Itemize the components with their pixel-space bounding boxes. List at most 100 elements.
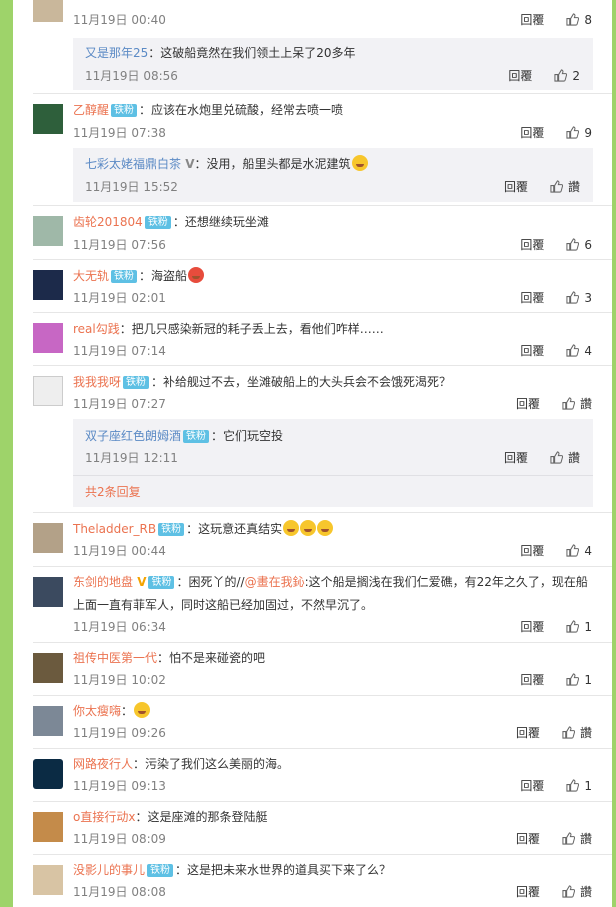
- reply-button[interactable]: 回覆: [520, 778, 544, 794]
- reply-button[interactable]: 回覆: [516, 396, 540, 412]
- avatar[interactable]: [33, 653, 63, 683]
- avatar[interactable]: [33, 865, 63, 895]
- thumbs-up-icon: [566, 779, 580, 792]
- user-name-link[interactable]: real勾践: [73, 322, 120, 336]
- reply-button[interactable]: 回覆: [516, 884, 540, 900]
- like-button[interactable]: 讚: [550, 179, 580, 195]
- reply-button[interactable]: 回覆: [516, 725, 540, 741]
- comment-time: 11月19日 09:26: [73, 726, 166, 740]
- reply-button[interactable]: 回覆: [520, 125, 544, 141]
- reply-button[interactable]: 回覆: [520, 343, 544, 359]
- comment-list: 11月19日 00:40 回覆 8 又是那年25：这破船竟然在我们领土上呆了20…: [13, 0, 612, 907]
- avatar[interactable]: [33, 812, 63, 842]
- avatar[interactable]: [33, 577, 63, 607]
- user-name-link[interactable]: 大无轨: [73, 269, 109, 283]
- emoji-icon: [300, 520, 317, 536]
- avatar[interactable]: [33, 104, 63, 134]
- comment-text: ：这是座滩的那条登陆艇: [135, 810, 268, 824]
- avatar[interactable]: [33, 706, 63, 736]
- like-button[interactable]: 6: [566, 237, 592, 253]
- user-name-link[interactable]: 我我我呀: [73, 375, 121, 389]
- mention-link[interactable]: @畫在我鈊: [245, 575, 305, 589]
- comment-text: ：怕不是来碰瓷的吧: [157, 651, 266, 665]
- user-name-link[interactable]: 双子座红色朗姆酒: [85, 429, 181, 443]
- like-button[interactable]: 讚: [562, 884, 592, 900]
- like-button[interactable]: 4: [566, 343, 592, 359]
- like-button[interactable]: 1: [566, 619, 592, 635]
- avatar[interactable]: [33, 376, 63, 406]
- like-count: 1: [584, 779, 592, 793]
- comment-time: 11月19日 00:44: [73, 544, 166, 558]
- like-label: 讚: [579, 885, 592, 899]
- like-button[interactable]: 9: [566, 125, 592, 141]
- thumbs-up-icon: [554, 69, 568, 82]
- avatar[interactable]: [33, 216, 63, 246]
- comment-time: 11月19日 07:14: [73, 344, 166, 358]
- sub-reply: 双子座红色朗姆酒 铁粉 ：它们玩空投 11月19日 12:11 回覆 讚 共2条回复: [73, 419, 593, 507]
- like-button[interactable]: 讚: [562, 831, 592, 847]
- user-name-link[interactable]: Theladder_RB: [73, 522, 156, 536]
- thumbs-up-icon: [566, 344, 580, 357]
- comment-time: 11月19日 07:38: [73, 126, 166, 140]
- thumbs-up-icon: [566, 13, 580, 26]
- reply-button[interactable]: 回覆: [504, 450, 528, 466]
- like-button[interactable]: 3: [566, 290, 592, 306]
- thumbs-up-icon: [562, 726, 575, 739]
- fan-badge: 铁粉: [144, 216, 171, 229]
- comment-item: 没影儿的事儿 铁粉 ：这是把未来水世界的道具买下来了么？ 11月19日 08:08 …: [13, 855, 612, 907]
- like-button[interactable]: 4: [566, 543, 592, 559]
- avatar[interactable]: [33, 759, 63, 789]
- comment-time: 11月19日 08:09: [73, 832, 166, 846]
- more-replies-link[interactable]: 共2条回复: [85, 483, 141, 500]
- comment-text: ：污染了我们这么美丽的海。: [133, 757, 290, 771]
- like-count: 8: [584, 13, 592, 27]
- avatar[interactable]: [33, 323, 63, 353]
- user-name-link[interactable]: 乙醇醒: [73, 103, 109, 117]
- reply-button[interactable]: 回覆: [508, 68, 532, 84]
- verified-icon: V: [181, 157, 195, 171]
- comment-text: ：这玩意还真结实: [186, 522, 283, 536]
- left-accent-bar: [0, 0, 13, 907]
- like-count: 2: [572, 69, 580, 83]
- user-name-link[interactable]: 没影儿的事儿: [73, 863, 145, 877]
- user-name-link[interactable]: 齿轮201804: [73, 215, 143, 229]
- avatar[interactable]: [33, 523, 63, 553]
- reply-button[interactable]: 回覆: [520, 290, 544, 306]
- avatar[interactable]: [33, 0, 63, 22]
- like-button[interactable]: 1: [566, 672, 592, 688]
- right-accent-bar: [612, 0, 616, 907]
- comment-item: 祖传中医第一代：怕不是来碰瓷的吧 11月19日 10:02 回覆 1: [13, 643, 612, 696]
- like-label: 讚: [579, 832, 592, 846]
- reply-button[interactable]: 回覆: [520, 672, 544, 688]
- like-button[interactable]: 1: [566, 778, 592, 794]
- fan-badge: 铁粉: [147, 864, 174, 877]
- like-button[interactable]: 8: [566, 12, 592, 28]
- like-button[interactable]: 2: [554, 68, 580, 84]
- comment-item: Theladder_RB 铁粉 ：这玩意还真结实 11月19日 00:44 回覆 4: [13, 513, 612, 566]
- reply-button[interactable]: 回覆: [520, 237, 544, 253]
- avatar[interactable]: [33, 270, 63, 300]
- thumbs-up-icon: [550, 451, 563, 464]
- user-name-link[interactable]: 网路夜行人: [73, 757, 133, 771]
- user-name-link[interactable]: 你太瘦嗨: [73, 704, 121, 718]
- reply-button[interactable]: 回覆: [520, 12, 544, 28]
- like-button[interactable]: 讚: [562, 725, 592, 741]
- comment-time: 11月19日 09:13: [73, 779, 166, 793]
- user-name-link[interactable]: 祖传中医第一代: [73, 651, 157, 665]
- user-name-link[interactable]: 又是那年25: [85, 46, 148, 60]
- comment-text: ：: [121, 704, 134, 718]
- comment-text: ：把几只感染新冠的耗子丢上去，看他们咋样……: [119, 322, 384, 336]
- user-name-link[interactable]: 七彩太姥福鼎白茶: [85, 157, 181, 171]
- reply-button[interactable]: 回覆: [516, 831, 540, 847]
- like-label: 讚: [579, 397, 592, 411]
- reply-button[interactable]: 回覆: [520, 543, 544, 559]
- comment-item: o直接行动x：这是座滩的那条登陆艇 11月19日 08:09 回覆 讚: [13, 802, 612, 855]
- fan-badge: 铁粉: [123, 376, 150, 389]
- comment-text: 上面一直有菲军人，同时这船已经加固过，不然早沉了。: [73, 598, 374, 612]
- like-button[interactable]: 讚: [550, 450, 580, 466]
- reply-button[interactable]: 回覆: [520, 619, 544, 635]
- user-name-link[interactable]: 东剑的地盘: [73, 575, 133, 589]
- like-button[interactable]: 讚: [562, 396, 592, 412]
- user-name-link[interactable]: o直接行动x: [73, 810, 135, 824]
- reply-button[interactable]: 回覆: [504, 179, 528, 195]
